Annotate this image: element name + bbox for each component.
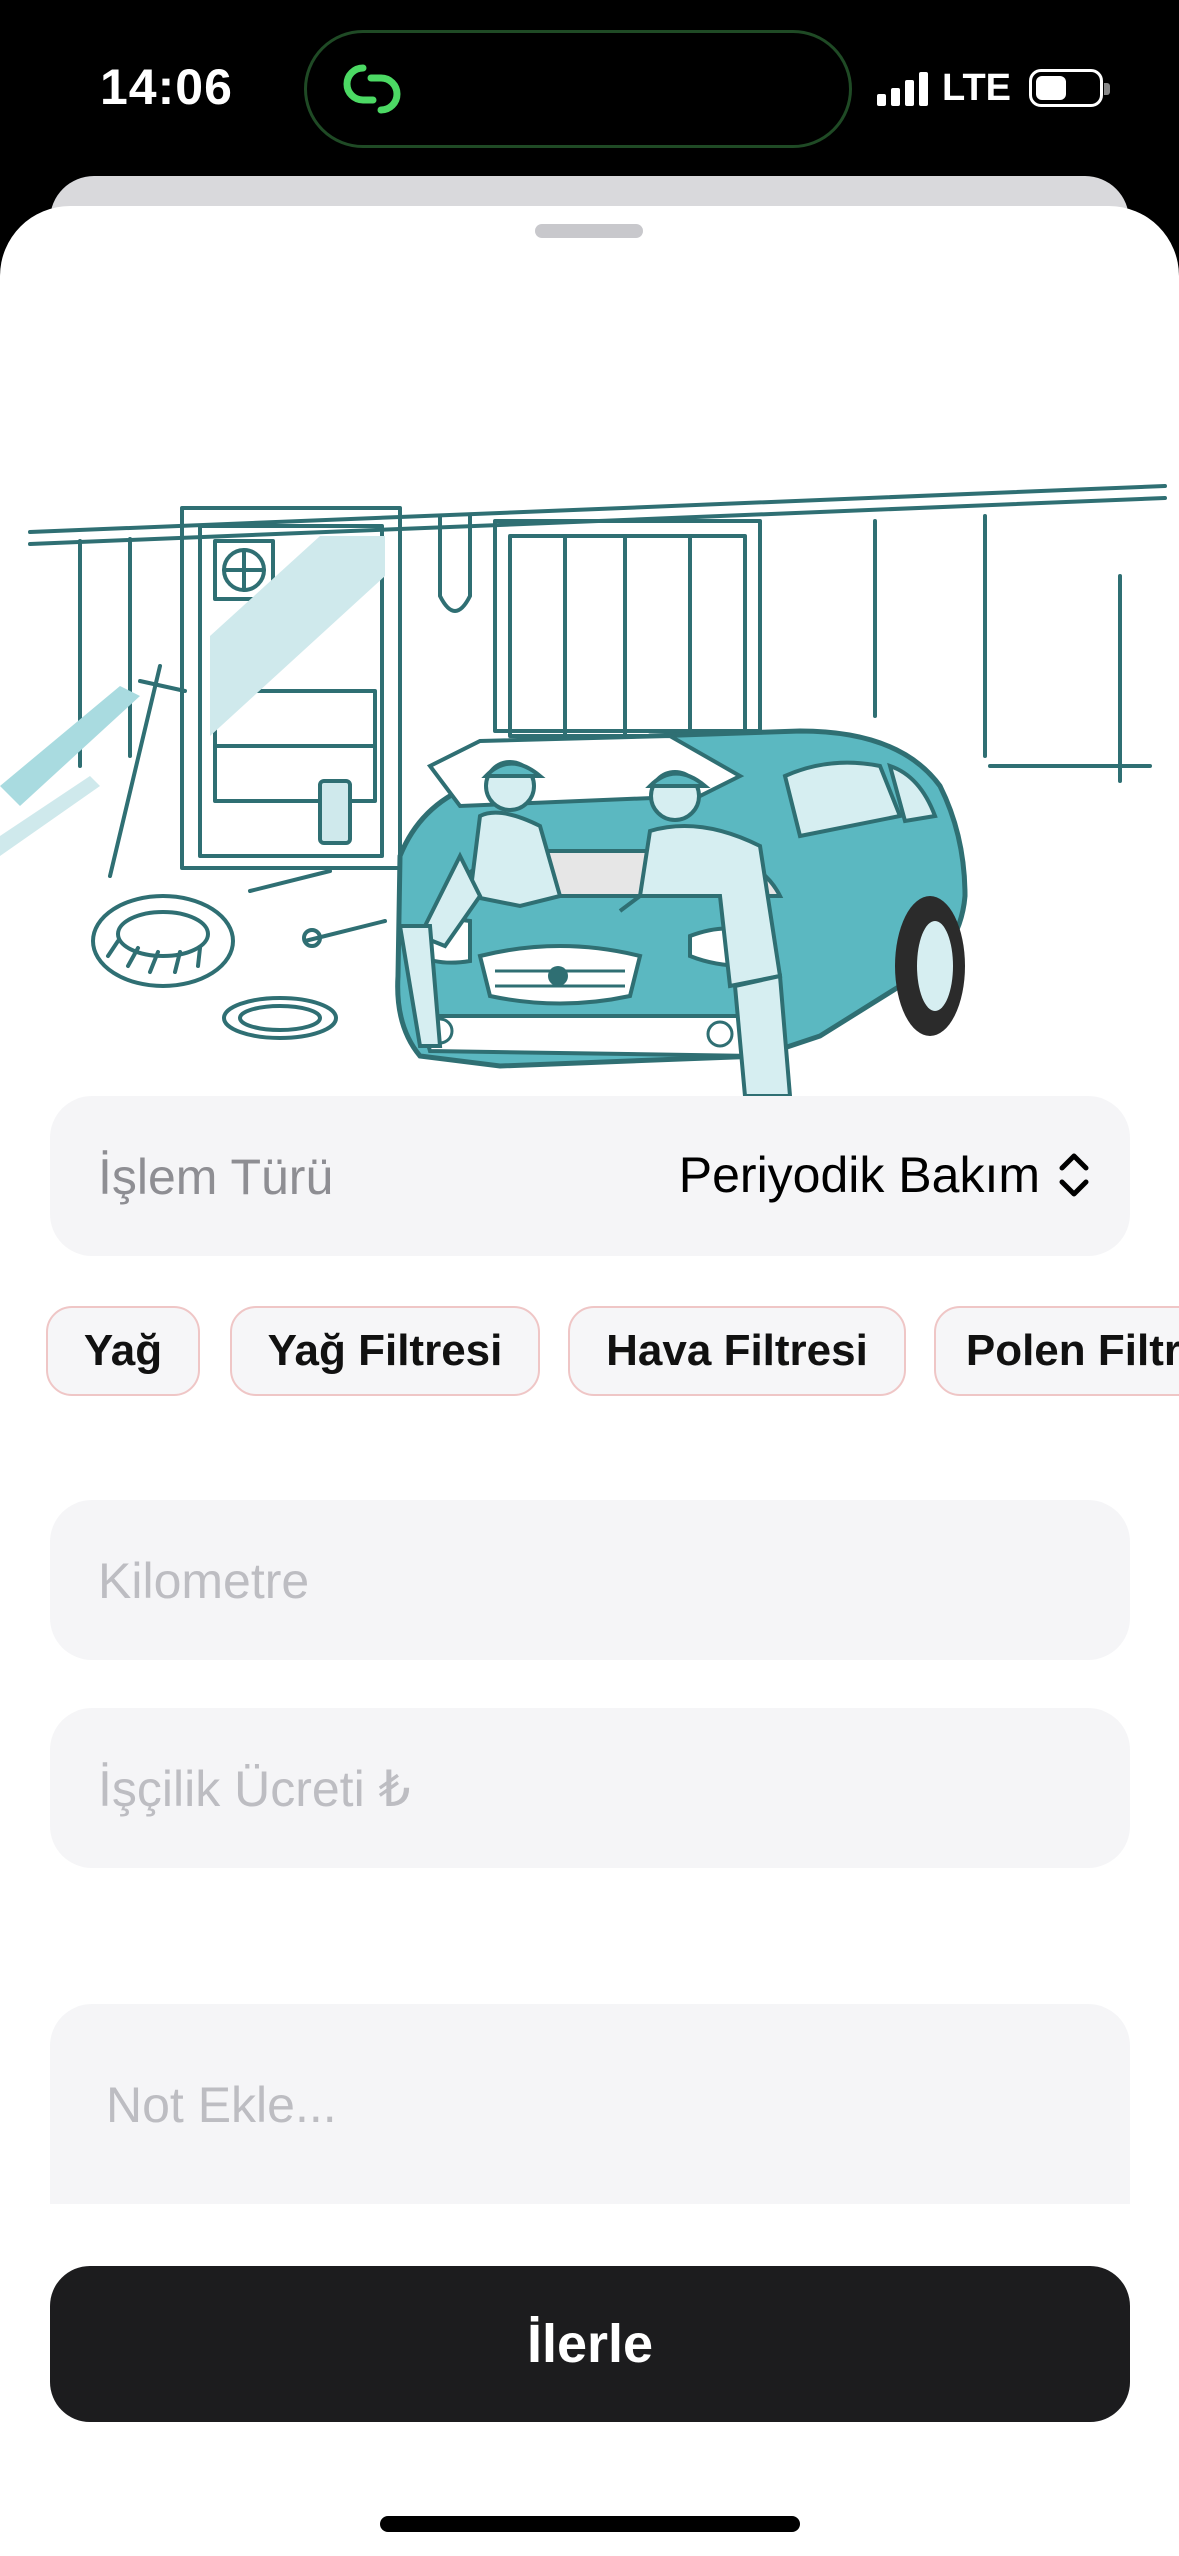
chip-oil[interactable]: Yağ <box>46 1306 200 1396</box>
sheet-grabber[interactable] <box>535 224 643 238</box>
labor-cost-placeholder: İşçilik Ücreti ₺ <box>98 1761 411 1817</box>
status-bar: 14:06 LTE <box>0 0 1179 180</box>
status-indicators: LTE <box>877 66 1110 110</box>
signal-bars-icon <box>877 70 929 106</box>
note-field[interactable]: Not Ekle... <box>50 2004 1130 2204</box>
chip-pollen-filter[interactable]: Polen Filtresi <box>934 1306 1179 1396</box>
operation-type-picker[interactable]: İşlem Türü Periyodik Bakım <box>50 1096 1130 1256</box>
garage-illustration <box>0 484 1167 1098</box>
chevron-up-down-icon[interactable] <box>1056 1148 1092 1202</box>
battery-icon <box>1029 69 1110 107</box>
kilometer-placeholder: Kilometre <box>98 1553 310 1609</box>
next-button[interactable]: İlerle <box>50 2266 1130 2422</box>
operation-type-value[interactable]: Periyodik Bakım <box>679 1146 1040 1204</box>
status-time: 14:06 <box>100 59 233 115</box>
chip-oil-filter[interactable]: Yağ Filtresi <box>230 1306 540 1396</box>
bottom-sheet: İşlem Türü Periyodik Bakım Yağ Yağ Filtr… <box>0 206 1179 2556</box>
dynamic-island[interactable] <box>304 30 852 148</box>
note-placeholder: Not Ekle... <box>106 2077 337 2133</box>
kilometer-field[interactable]: Kilometre <box>50 1500 1130 1660</box>
activity-link-icon <box>343 64 401 114</box>
labor-cost-field[interactable]: İşçilik Ücreti ₺ <box>50 1708 1130 1868</box>
network-type: LTE <box>942 66 1011 109</box>
chip-air-filter[interactable]: Hava Filtresi <box>568 1306 906 1396</box>
home-indicator[interactable] <box>380 2516 800 2532</box>
operation-type-label: İşlem Türü <box>98 1149 334 1205</box>
service-items-chips: Yağ Yağ Filtresi Hava Filtresi Polen Fil… <box>46 1306 1179 1396</box>
